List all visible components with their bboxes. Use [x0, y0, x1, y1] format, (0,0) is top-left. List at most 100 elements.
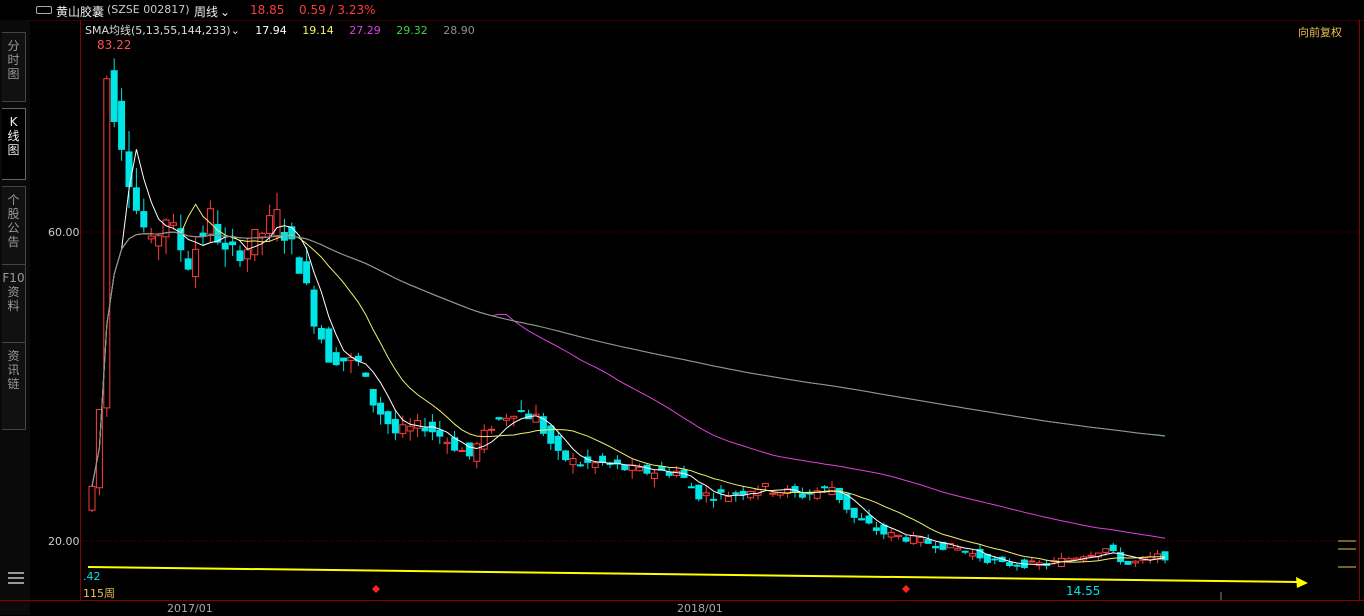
candle-body [643, 464, 651, 474]
candle-body [835, 487, 843, 500]
candle-body [273, 209, 281, 238]
candle-body [221, 242, 229, 250]
candle-body [636, 466, 644, 472]
candle-body [332, 352, 340, 366]
candle-body [687, 486, 695, 489]
candle-body [317, 328, 325, 340]
candle-body [310, 289, 318, 327]
restore-mode[interactable]: 向前复权 [1298, 24, 1342, 40]
candle-body [969, 552, 977, 557]
candle-body [1131, 560, 1139, 564]
candle-body [369, 389, 377, 406]
candle-body [88, 485, 96, 511]
candle-body [295, 257, 303, 274]
candle-body [717, 489, 725, 493]
candle-body [169, 222, 177, 226]
kline-chart-canvas [81, 58, 1358, 600]
candle-body [562, 450, 570, 461]
candle-body [961, 550, 969, 553]
candle-body [569, 458, 577, 466]
candle-body [243, 249, 251, 260]
ma5-line [91, 149, 1166, 565]
candle-body [436, 429, 444, 437]
candle-body [118, 100, 126, 150]
candle-body [258, 232, 266, 238]
y-tick-60: 60.00 [48, 226, 80, 239]
ma-label: SMA均线(5,13,55,144,233) [85, 24, 231, 37]
candle-body [147, 235, 155, 240]
candle-body [414, 420, 422, 429]
candle-body [695, 484, 703, 500]
ma5-value: 17.94 [255, 24, 287, 37]
candle-body [229, 241, 237, 246]
ma55-line [91, 231, 1166, 539]
ma13-value: 19.14 [302, 24, 334, 37]
low-price-label: 14.55 [1066, 584, 1101, 598]
candle-body [599, 455, 607, 463]
candle-body [236, 250, 244, 262]
ma-header[interactable]: SMA均线(5,13,55,144,233)⌄ 17.94 19.14 27.2… [85, 22, 487, 38]
candle-body [510, 415, 518, 419]
candle-body [850, 507, 858, 518]
candle-body [340, 357, 348, 362]
candle-body [1087, 554, 1095, 557]
candle-body [192, 248, 200, 278]
candle-body [384, 411, 392, 425]
candle-body [821, 486, 829, 489]
y-tick-20: 20.00 [48, 535, 80, 548]
candle-body [399, 424, 407, 435]
candle-body [1161, 551, 1169, 561]
candle-body [924, 539, 932, 544]
ma55-value: 27.29 [349, 24, 381, 37]
candle-body [621, 464, 629, 471]
candle-body [303, 261, 311, 284]
candle-body [288, 226, 296, 240]
candle-body [872, 527, 880, 531]
candle-body [125, 151, 133, 188]
candle-body [517, 410, 525, 413]
candle-body [909, 535, 917, 544]
candle-body [710, 498, 718, 501]
candle-body [798, 493, 806, 498]
candle-body [465, 442, 473, 457]
date-axis: 2017/01 2018/01 [0, 600, 1364, 616]
candle-body [421, 427, 429, 432]
candle-body [887, 531, 895, 538]
candle-body [199, 232, 207, 237]
candle-body [132, 187, 140, 211]
candle-body [1006, 562, 1014, 567]
candle-body [932, 545, 940, 549]
trend-arrowhead [1296, 577, 1308, 588]
candle-body [554, 435, 562, 451]
ma144-line [91, 231, 1166, 487]
candle-body [1102, 548, 1110, 553]
chevron-down-icon: ⌄ [230, 24, 240, 37]
candle-body [266, 215, 274, 234]
candle-body [761, 483, 769, 488]
candle-body [732, 492, 740, 495]
candle-body [458, 450, 466, 453]
event-marker [372, 585, 380, 593]
candle-body [251, 228, 259, 256]
date-tick: 2018/01 [677, 602, 723, 615]
left-price-label: .42 [83, 570, 101, 583]
candle-body [865, 515, 873, 524]
candle-body [155, 235, 163, 247]
candle-body [902, 537, 910, 542]
ma233-line [91, 231, 1166, 487]
candle-body [917, 536, 925, 543]
candle-body [406, 425, 414, 432]
candle-body [325, 328, 333, 363]
candle-body [184, 258, 192, 270]
candle-body [1028, 560, 1036, 563]
candle-body [488, 428, 496, 431]
candle-body [162, 219, 170, 238]
candle-body [576, 464, 584, 467]
candle-body [702, 492, 710, 497]
candle-body [140, 211, 148, 228]
candle-body [362, 372, 370, 377]
candle-body [391, 418, 399, 434]
candle-body [880, 524, 888, 535]
candle-body [377, 402, 385, 415]
candle-body [650, 472, 658, 480]
